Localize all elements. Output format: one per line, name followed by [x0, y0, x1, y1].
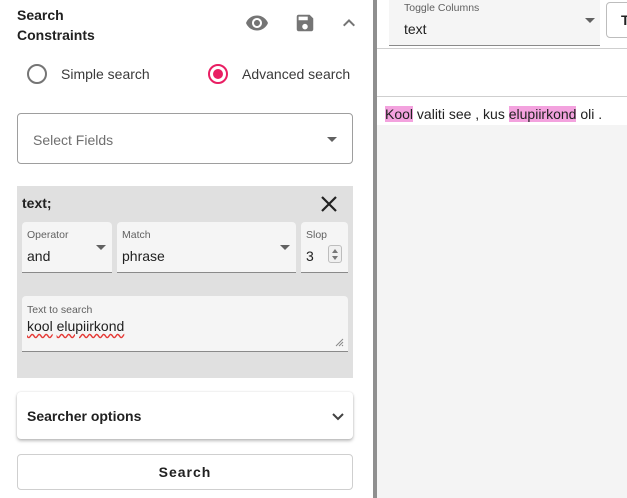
panel-title-line1: Search: [17, 7, 64, 23]
simple-search-radio-circle[interactable]: [27, 64, 47, 84]
searcher-options-expander[interactable]: Searcher options: [17, 392, 353, 439]
toggle-columns-value: text: [404, 21, 427, 37]
close-icon[interactable]: [319, 194, 339, 214]
result-text-end: oli .: [576, 106, 603, 122]
toggle-columns-label: Toggle Columns: [404, 2, 480, 14]
select-fields-dropdown[interactable]: Select Fields: [17, 113, 353, 164]
slop-input[interactable]: Slop 3: [301, 222, 348, 273]
match-label: Match: [122, 229, 151, 241]
advanced-search-radio[interactable]: Advanced search: [208, 64, 350, 84]
header-divider: [377, 96, 627, 97]
constraint-card: text; Operator and Match phrase Slop 3 T…: [17, 186, 353, 378]
toggle-columns-caret-icon: [585, 18, 595, 23]
select-fields-placeholder: Select Fields: [33, 132, 114, 148]
searcher-options-label: Searcher options: [27, 408, 142, 424]
panel-title-line2: Constraints: [17, 27, 95, 43]
results-panel: Toggle Columns text T Kool valiti see , …: [377, 0, 627, 498]
text-to-search-value[interactable]: kool elupiirkond: [27, 318, 124, 334]
dropdown-caret-icon: [327, 137, 337, 142]
results-empty-area: [377, 125, 627, 498]
text-to-search-label: Text to search: [27, 304, 93, 316]
constraint-field-name: text;: [22, 195, 52, 211]
toggle-columns-select[interactable]: Toggle Columns text: [389, 0, 600, 46]
simple-search-label: Simple search: [61, 66, 150, 82]
match-caret-icon: [280, 245, 290, 250]
chevron-down-icon: [332, 413, 344, 421]
advanced-search-label: Advanced search: [242, 66, 351, 82]
toolbar-partial-button[interactable]: T: [606, 2, 627, 38]
slop-value[interactable]: 3: [306, 248, 314, 264]
text-word-1: kool: [27, 318, 53, 334]
stepper-up-icon[interactable]: [332, 249, 338, 253]
slop-stepper[interactable]: [328, 245, 342, 263]
operator-select[interactable]: Operator and: [22, 222, 112, 273]
panel-title: Search Constraints: [17, 5, 95, 45]
match-select[interactable]: Match phrase: [117, 222, 296, 273]
simple-search-radio[interactable]: Simple search: [27, 64, 150, 84]
highlight-term-1: Kool: [385, 106, 414, 122]
text-word-2: elupiirkond: [56, 318, 125, 334]
result-row-text[interactable]: Kool valiti see , kus elupiirkond oli .: [385, 106, 602, 122]
advanced-search-radio-circle[interactable]: [208, 64, 228, 84]
highlight-term-2: elupiirkond: [508, 106, 577, 122]
slop-label: Slop: [306, 229, 328, 241]
operator-value: and: [27, 248, 51, 264]
toolbar-divider: [377, 48, 627, 49]
operator-label: Operator: [27, 229, 69, 241]
text-to-search-field[interactable]: Text to search kool elupiirkond: [22, 296, 348, 352]
toolbar-partial-button-label: T: [621, 12, 627, 28]
operator-caret-icon: [96, 245, 106, 250]
resize-handle-icon[interactable]: [334, 337, 344, 347]
result-text-middle: valiti see , kus: [413, 106, 509, 122]
chevron-up-icon[interactable]: [337, 11, 361, 35]
eye-icon[interactable]: [245, 11, 269, 35]
save-icon[interactable]: [293, 11, 317, 35]
stepper-down-icon[interactable]: [332, 256, 338, 260]
search-button[interactable]: Search: [17, 454, 353, 490]
search-constraints-panel: Search Constraints Simple search Advance…: [0, 0, 372, 498]
match-value: phrase: [122, 248, 165, 264]
